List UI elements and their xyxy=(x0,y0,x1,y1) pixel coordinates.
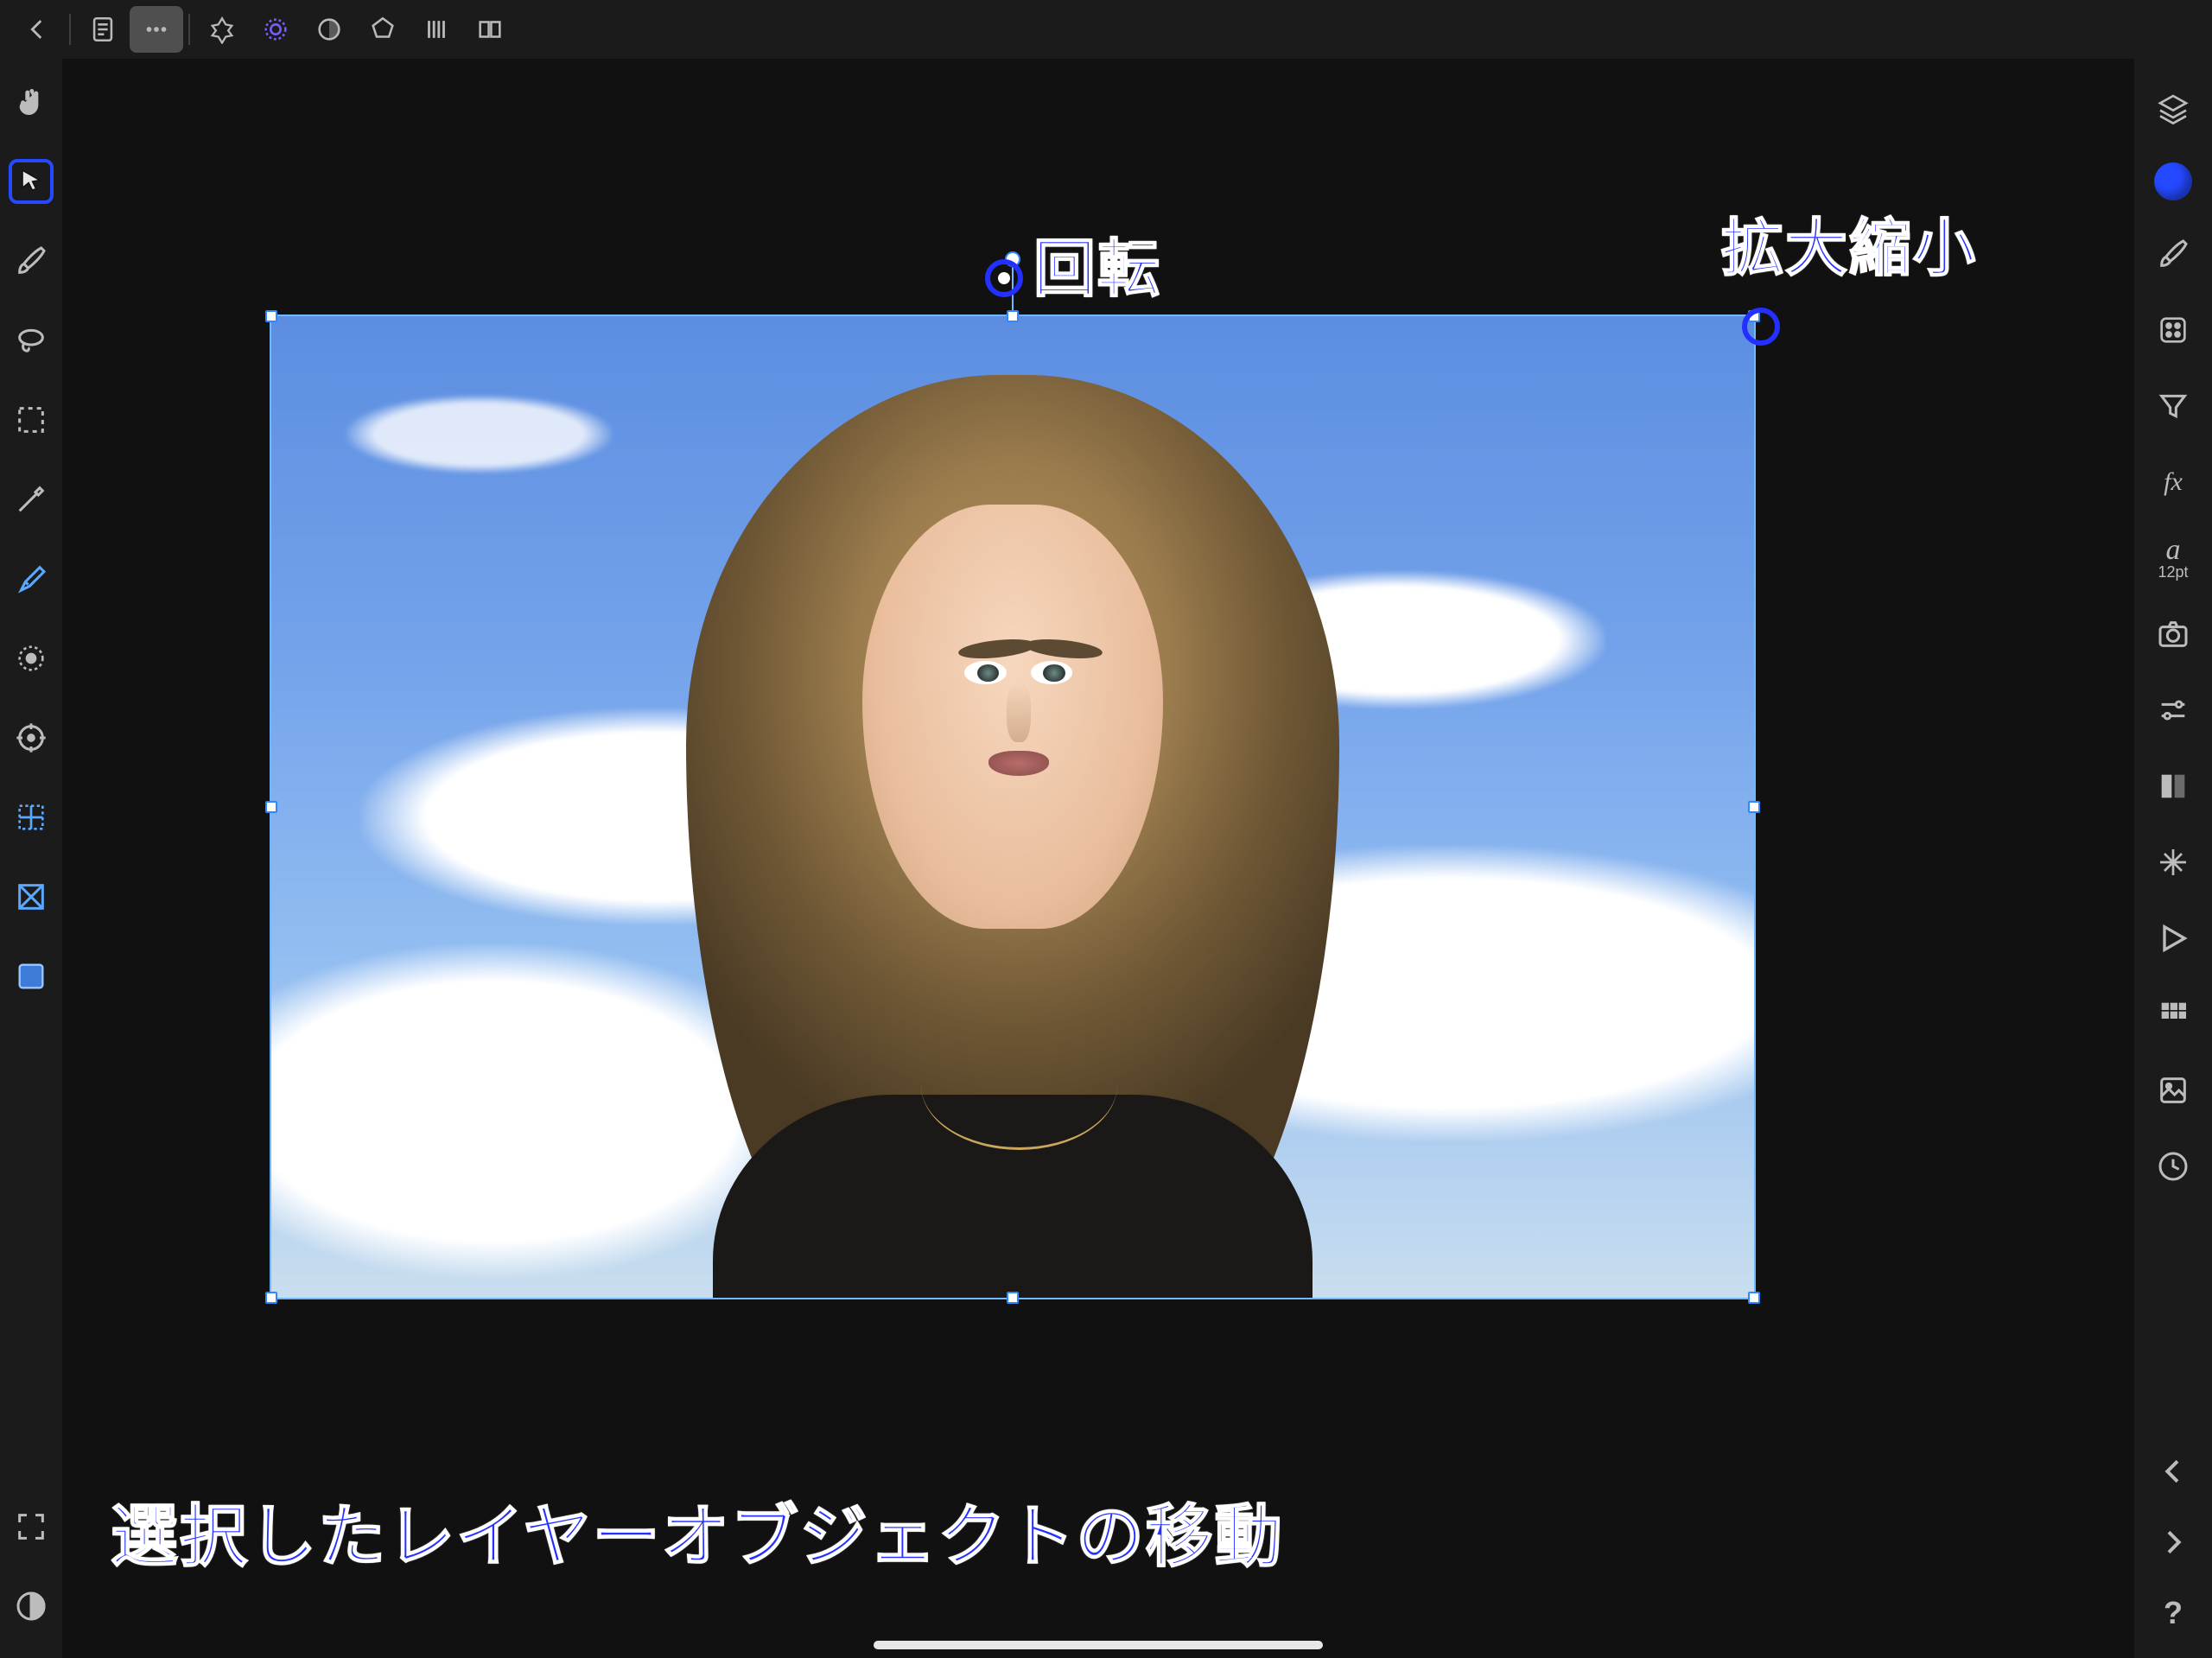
camera-panel-icon[interactable] xyxy=(2151,612,2196,657)
right-studio-bar: fx a 12pt xyxy=(2134,0,2212,1658)
cloud-shape xyxy=(346,395,613,473)
history-panel-icon[interactable] xyxy=(2151,1144,2196,1189)
selection-bounding-box[interactable] xyxy=(270,314,1756,1299)
persona-develop-icon[interactable] xyxy=(302,6,356,53)
resize-handle-bot-mid[interactable] xyxy=(1007,1292,1019,1304)
annotation-move-label: 選択したレイヤーオブジェクトの移動 xyxy=(111,1483,1284,1579)
persona-liquify-icon[interactable] xyxy=(249,6,302,53)
chevron-right-icon[interactable] xyxy=(2151,1520,2196,1565)
color-picker-tool-icon[interactable] xyxy=(9,477,54,522)
persona-photo-icon[interactable] xyxy=(195,6,249,53)
separator xyxy=(188,14,190,45)
swatches-panel-icon[interactable] xyxy=(2151,764,2196,809)
resize-handle-mid-left[interactable] xyxy=(265,801,277,813)
marquee-tool-icon[interactable] xyxy=(9,397,54,442)
paint-brush-tool-icon[interactable] xyxy=(9,238,54,283)
portrait-subject xyxy=(686,375,1338,1298)
back-button[interactable] xyxy=(10,6,64,53)
resize-handle-bot-left[interactable] xyxy=(265,1292,277,1304)
resize-handle-top-mid[interactable] xyxy=(1007,310,1019,322)
character-panel-icon[interactable]: a 12pt xyxy=(2151,536,2196,581)
photo-layer[interactable] xyxy=(271,316,1754,1298)
canvas-area[interactable]: 回転 拡大縮小 選択したレイヤーオブジェクトの移動 xyxy=(62,59,2134,1658)
gradient-tool-icon[interactable] xyxy=(9,636,54,681)
stock-panel-icon[interactable] xyxy=(2151,1068,2196,1113)
persona-export-icon[interactable] xyxy=(410,6,463,53)
crop-tool-icon[interactable] xyxy=(9,715,54,760)
document-menu-button[interactable] xyxy=(76,6,130,53)
top-toolbar xyxy=(0,0,2212,59)
resize-handle-mid-right[interactable] xyxy=(1748,801,1760,813)
annotation-scale-label: 拡大縮小 xyxy=(1721,197,1977,288)
color-panel-icon[interactable] xyxy=(2154,162,2192,200)
adjustments-panel-icon[interactable] xyxy=(2151,688,2196,733)
brush-settings-icon[interactable] xyxy=(2151,232,2196,276)
font-size-label: 12pt xyxy=(2158,563,2188,581)
mesh-warp-tool-icon[interactable] xyxy=(9,795,54,840)
fullscreen-toggle-icon[interactable] xyxy=(9,1504,54,1549)
persona-tonemap-icon[interactable] xyxy=(356,6,410,53)
contrast-toggle-icon[interactable] xyxy=(9,1584,54,1629)
more-button[interactable] xyxy=(130,6,183,53)
snapping-panel-icon[interactable] xyxy=(2151,840,2196,885)
persona-astro-icon[interactable] xyxy=(463,6,517,53)
resize-handle-top-left[interactable] xyxy=(265,310,277,322)
fx-panel-icon[interactable]: fx xyxy=(2151,460,2196,505)
home-indicator xyxy=(874,1641,1323,1649)
left-toolbar-bottom xyxy=(0,1504,62,1629)
smudge-tool-icon[interactable] xyxy=(9,556,54,601)
channels-panel-icon[interactable] xyxy=(2151,992,2196,1037)
chevron-left-icon[interactable] xyxy=(2151,1449,2196,1494)
perspective-tool-icon[interactable] xyxy=(9,874,54,919)
help-icon[interactable]: ? xyxy=(2151,1591,2196,1636)
separator xyxy=(69,14,71,45)
layers-panel-icon[interactable] xyxy=(2151,86,2196,131)
lasso-tool-icon[interactable] xyxy=(9,318,54,363)
right-studio-bottom: ? xyxy=(2134,1449,2212,1636)
resize-handle-bot-right[interactable] xyxy=(1748,1292,1760,1304)
annotation-rotate-label: 回転 xyxy=(1033,218,1161,308)
pixel-layer-tool-icon[interactable] xyxy=(9,954,54,999)
hand-tool-icon[interactable] xyxy=(9,79,54,124)
annotation-circle-rotate xyxy=(985,259,1023,297)
move-tool-icon[interactable] xyxy=(9,159,54,204)
left-toolbar xyxy=(0,59,62,1658)
navigator-panel-icon[interactable] xyxy=(2151,916,2196,961)
filter-funnel-icon[interactable] xyxy=(2151,384,2196,429)
dice-panel-icon[interactable] xyxy=(2151,308,2196,353)
annotation-circle-scale xyxy=(1742,308,1780,346)
